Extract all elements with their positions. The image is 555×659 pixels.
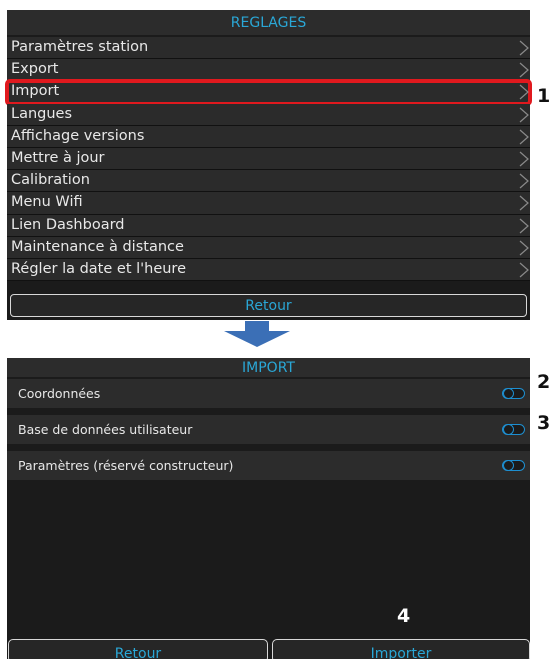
menu-item-maintenance-distance[interactable]: Maintenance à distance xyxy=(7,236,530,259)
menu-item-parametres-station[interactable]: Paramètres station xyxy=(7,37,530,60)
chevron-right-icon xyxy=(519,151,529,167)
retour-button[interactable]: Retour xyxy=(10,294,527,317)
callout-4: 4 xyxy=(397,605,411,627)
settings-panel: REGLAGES Paramètres station Export Impor… xyxy=(5,10,532,320)
menu-item-label: Régler la date et l'heure xyxy=(11,260,186,277)
menu-item-menu-wifi[interactable]: Menu Wifi xyxy=(7,192,530,215)
menu-item-label: Mettre à jour xyxy=(11,149,105,166)
toggle-knob xyxy=(503,459,514,471)
import-row-coordonnees[interactable]: Coordonnées xyxy=(7,379,530,408)
settings-title: REGLAGES xyxy=(230,14,307,31)
menu-item-affichage-versions[interactable]: Affichage versions xyxy=(7,125,530,148)
chevron-right-icon xyxy=(519,218,529,233)
import-panel: IMPORT Coordonnées Base de données utili… xyxy=(7,358,530,659)
chevron-right-icon xyxy=(519,40,529,56)
settings-header: REGLAGES xyxy=(7,10,530,35)
menu-item-label: Maintenance à distance xyxy=(11,238,184,255)
retour-button[interactable]: Retour xyxy=(8,639,268,659)
toggle-switch-icon[interactable] xyxy=(502,387,525,399)
menu-item-export[interactable]: Export xyxy=(7,59,530,82)
chevron-right-icon xyxy=(519,62,529,78)
chevron-right-icon xyxy=(519,240,529,256)
menu-item-label: Import xyxy=(11,83,60,100)
importer-button[interactable]: Importer xyxy=(272,639,530,659)
toggle-switch-icon[interactable] xyxy=(502,459,525,471)
import-row-label: Base de données utilisateur xyxy=(18,422,193,437)
callout-2: 2 xyxy=(537,371,551,393)
callout-3: 3 xyxy=(537,412,551,434)
toggle-knob xyxy=(503,387,514,399)
menu-item-label: Paramètres station xyxy=(11,39,149,55)
chevron-right-icon xyxy=(519,262,529,278)
chevron-right-icon xyxy=(519,195,529,211)
import-row-base-donnees[interactable]: Base de données utilisateur xyxy=(7,415,530,444)
settings-menu-list: Paramètres station Export Import Langues… xyxy=(5,37,532,282)
chevron-right-icon xyxy=(519,173,529,189)
chevron-right-icon xyxy=(519,84,529,100)
menu-item-label: Export xyxy=(11,61,59,78)
toggle-switch-icon[interactable] xyxy=(502,423,525,435)
retour-button-label: Retour xyxy=(114,646,162,659)
arrow-down-icon xyxy=(224,321,290,347)
menu-item-label: Langues xyxy=(11,105,73,122)
callout-1: 1 xyxy=(537,85,551,107)
import-row-label: Coordonnées xyxy=(18,386,101,401)
menu-item-lien-dashboard[interactable]: Lien Dashboard xyxy=(7,214,530,237)
import-row-parametres[interactable]: Paramètres (réservé constructeur) xyxy=(7,451,530,480)
menu-item-label: Menu Wifi xyxy=(11,194,83,211)
menu-item-label: Lien Dashboard xyxy=(11,216,125,233)
importer-button-label: Importer xyxy=(370,646,432,659)
toggle-knob xyxy=(503,423,514,435)
menu-item-import[interactable]: Import xyxy=(5,79,532,106)
menu-item-langues[interactable]: Langues xyxy=(7,103,530,126)
import-title: IMPORT xyxy=(242,359,295,376)
menu-item-calibration[interactable]: Calibration xyxy=(7,170,530,193)
menu-item-regler-date-heure[interactable]: Régler la date et l'heure xyxy=(7,258,530,282)
retour-button-label: Retour xyxy=(245,297,292,314)
menu-item-mettre-a-jour[interactable]: Mettre à jour xyxy=(7,147,530,171)
menu-item-label: Affichage versions xyxy=(11,127,145,144)
import-row-label: Paramètres (réservé constructeur) xyxy=(18,458,234,473)
menu-item-label: Calibration xyxy=(11,172,90,189)
chevron-right-icon xyxy=(519,129,529,145)
chevron-right-icon xyxy=(519,107,529,123)
import-header: IMPORT xyxy=(7,358,530,377)
